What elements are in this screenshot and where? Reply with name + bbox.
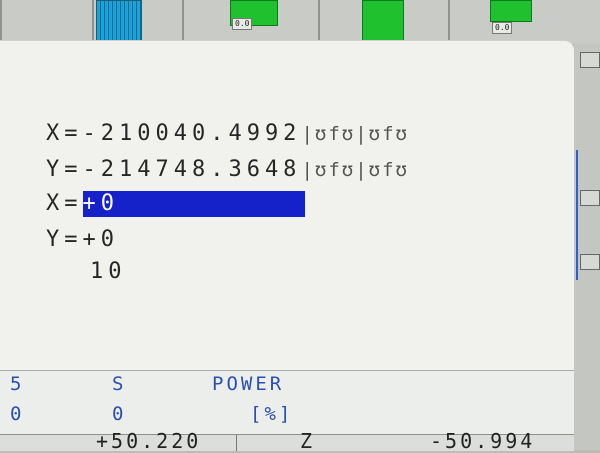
status-col1-top: 5 bbox=[10, 373, 25, 395]
softkey-box[interactable] bbox=[580, 52, 600, 68]
scrollbar[interactable] bbox=[576, 150, 578, 280]
rapid-gauge-label: 0.0 bbox=[492, 22, 513, 34]
load-gauge bbox=[362, 0, 404, 42]
y-input-line[interactable]: Y=+0 bbox=[46, 227, 119, 253]
bottom-axis-row: +50.220 Z -50.994 bbox=[0, 429, 574, 453]
x-input-field[interactable]: +0 bbox=[82, 191, 305, 217]
bottom-axis-letter: Z bbox=[300, 429, 316, 453]
divider bbox=[236, 435, 237, 451]
status-col2-bottom: 0 bbox=[112, 403, 127, 425]
top-gauge-bar: 0.0 0.0 bbox=[0, 0, 600, 44]
feed-gauge-label: 0.0 bbox=[232, 18, 253, 30]
divider bbox=[0, 0, 2, 44]
power-unit: [%] bbox=[250, 403, 294, 425]
divider bbox=[318, 0, 320, 44]
x-readout-line: X=-210040.4992|ʊfʊ|ʊfʊ bbox=[46, 121, 409, 147]
spindle-gauge bbox=[96, 0, 142, 42]
x-input-label: X= bbox=[46, 191, 83, 216]
status-col2-top: S bbox=[112, 373, 127, 395]
divider bbox=[92, 0, 94, 44]
bottom-left-value: +50.220 bbox=[96, 429, 202, 453]
softkey-box[interactable] bbox=[580, 254, 600, 270]
status-col1-bottom: 0 bbox=[10, 403, 25, 425]
y-readout-value: Y=-214748.3648 bbox=[46, 157, 302, 182]
main-display: X=-210040.4992|ʊfʊ|ʊfʊ Y=-214748.3648|ʊf… bbox=[0, 40, 574, 371]
softkey-box[interactable] bbox=[580, 190, 600, 206]
x-input-line: X=+0 bbox=[46, 191, 305, 217]
rapid-gauge bbox=[490, 0, 532, 22]
divider bbox=[448, 0, 450, 44]
x-readout-value: X=-210040.4992 bbox=[46, 121, 302, 146]
bottom-right-value: -50.994 bbox=[430, 429, 536, 453]
line-number: 10 bbox=[90, 259, 127, 284]
divider bbox=[182, 0, 184, 44]
x-readout-glyphs: |ʊfʊ|ʊfʊ bbox=[301, 123, 409, 145]
y-readout-line: Y=-214748.3648|ʊfʊ|ʊfʊ bbox=[46, 157, 409, 183]
y-readout-glyphs: |ʊfʊ|ʊfʊ bbox=[301, 159, 409, 181]
power-label: POWER bbox=[212, 373, 285, 395]
